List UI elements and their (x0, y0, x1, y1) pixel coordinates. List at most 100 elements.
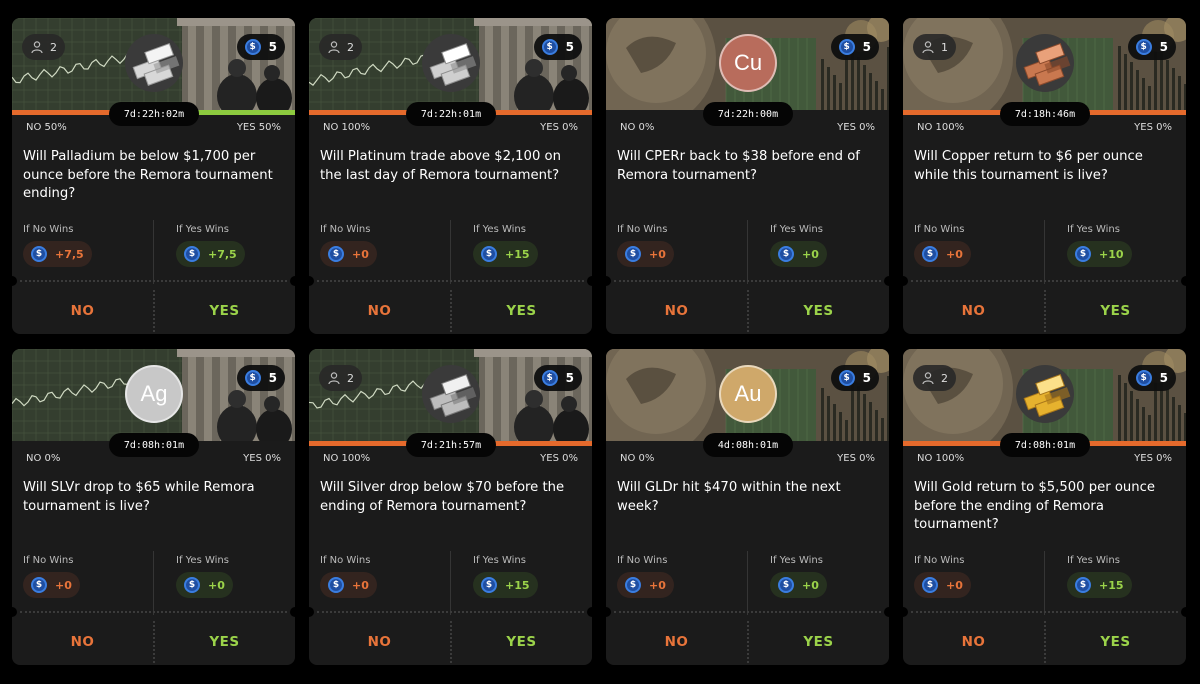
no-reward-pill: $ +0 (617, 572, 674, 598)
no-reward-value: +0 (649, 578, 666, 592)
column-divider (747, 551, 748, 615)
vote-no-button[interactable]: NO (903, 619, 1044, 665)
no-reward-pill: $ +7,5 (23, 241, 92, 267)
coin-icon: $ (328, 246, 344, 262)
coin-icon: $ (31, 577, 47, 593)
yes-percentage: YES 0% (243, 453, 281, 464)
no-percentage: NO 100% (917, 453, 965, 464)
copper-bars-icon (1016, 34, 1074, 92)
palladium-bars-icon (125, 34, 183, 92)
market-question[interactable]: Will CPERr back to $38 before end of Rem… (617, 148, 883, 185)
yes-reward-value: +15 (505, 578, 530, 592)
market-question[interactable]: Will Silver drop below $70 before the en… (320, 479, 586, 516)
vote-no-button[interactable]: NO (606, 288, 747, 334)
if-no-wins-label: If No Wins (914, 224, 965, 235)
asset-avatar: Ag (125, 365, 183, 423)
no-reward-pill: $ +0 (23, 572, 80, 598)
market-question[interactable]: Will GLDr hit $470 within the next week? (617, 479, 883, 516)
yes-reward-value: +10 (1099, 247, 1124, 261)
if-yes-wins-label: If Yes Wins (473, 224, 526, 235)
yes-reward-value: +0 (802, 247, 819, 261)
participants-count: 1 (941, 40, 948, 54)
no-reward-value: +0 (55, 578, 72, 592)
yes-percentage: YES 0% (1134, 122, 1172, 133)
vote-yes-button[interactable]: YES (748, 288, 889, 334)
coin-icon: $ (1075, 577, 1091, 593)
market-card[interactable]: $ 5 Cu 7d:22h:00m NO 0% YES 0% Will CPER… (606, 18, 889, 334)
market-question[interactable]: Will Copper return to $6 per ounce while… (914, 148, 1180, 185)
vote-no-button[interactable]: NO (309, 288, 450, 334)
countdown-timer: 7d:18h:46m (1000, 102, 1090, 126)
market-question[interactable]: Will SLVr drop to $65 while Remora tourn… (23, 479, 289, 516)
market-card[interactable]: 1 $ 5 7d:18h:46m NO 100% YES 0% Will Cop… (903, 18, 1186, 334)
participants-badge: 2 (22, 34, 65, 60)
vote-no-button[interactable]: NO (12, 288, 153, 334)
if-no-wins-label: If No Wins (914, 555, 965, 566)
entry-cost-value: 5 (268, 371, 277, 385)
participants-badge: 2 (913, 365, 956, 391)
vote-yes-button[interactable]: YES (1045, 619, 1186, 665)
market-card[interactable]: $ 5 Au 4d:08h:01m NO 0% YES 0% Will GLDr… (606, 349, 889, 665)
no-reward-value: +0 (352, 247, 369, 261)
market-question[interactable]: Will Platinum trade above $2,100 on the … (320, 148, 586, 185)
vote-yes-button[interactable]: YES (1045, 288, 1186, 334)
vote-no-button[interactable]: NO (12, 619, 153, 665)
vote-yes-button[interactable]: YES (451, 619, 592, 665)
entry-cost-badge: $ 5 (830, 365, 879, 391)
yes-percentage: YES 0% (837, 453, 875, 464)
yes-reward-pill: $ +10 (1067, 241, 1132, 267)
participants-badge: 2 (319, 34, 362, 60)
coin-icon: $ (244, 39, 261, 55)
coin-icon: $ (625, 577, 641, 593)
countdown-timer: 7d:21h:57m (406, 433, 496, 457)
entry-cost-value: 5 (862, 371, 871, 385)
yes-reward-pill: $ +15 (1067, 572, 1132, 598)
market-question[interactable]: Will Palladium be below $1,700 per ounce… (23, 148, 289, 204)
yes-reward-pill: $ +0 (770, 572, 827, 598)
market-grid: 2 $ 5 7d:22h:02m NO 50% YES 50% Will Pal… (0, 0, 1200, 684)
no-percentage: NO 100% (917, 122, 965, 133)
market-question[interactable]: Will Gold return to $5,500 per ounce bef… (914, 479, 1180, 535)
gold-bars-icon (1016, 365, 1074, 423)
coin-icon: $ (922, 577, 938, 593)
coin-icon: $ (1135, 39, 1152, 55)
vote-yes-button[interactable]: YES (748, 619, 889, 665)
coin-icon: $ (838, 370, 855, 386)
vote-no-button[interactable]: NO (309, 619, 450, 665)
column-divider (153, 220, 154, 284)
entry-cost-value: 5 (565, 371, 574, 385)
vote-no-button[interactable]: NO (903, 288, 1044, 334)
entry-cost-badge: $ 5 (830, 34, 879, 60)
column-divider (450, 220, 451, 284)
market-card[interactable]: 2 $ 5 7d:21h:57m NO 100% YES 0% Will Sil… (309, 349, 592, 665)
market-card[interactable]: 2 $ 5 7d:22h:01m NO 100% YES 0% Will Pla… (309, 18, 592, 334)
vote-yes-button[interactable]: YES (154, 619, 295, 665)
ticket-perforation (903, 607, 1186, 617)
no-reward-pill: $ +0 (320, 572, 377, 598)
participants-count: 2 (941, 371, 948, 385)
no-percentage: NO 100% (323, 453, 371, 464)
yes-percentage: YES 0% (540, 453, 578, 464)
if-yes-wins-label: If Yes Wins (1067, 224, 1120, 235)
vote-no-button[interactable]: NO (606, 619, 747, 665)
no-percentage: NO 100% (323, 122, 371, 133)
entry-cost-value: 5 (268, 40, 277, 54)
coin-icon: $ (541, 370, 558, 386)
coin-icon: $ (244, 370, 261, 386)
market-card[interactable]: 2 $ 5 7d:22h:02m NO 50% YES 50% Will Pal… (12, 18, 295, 334)
vote-yes-button[interactable]: YES (451, 288, 592, 334)
entry-cost-badge: $ 5 (533, 365, 582, 391)
entry-cost-value: 5 (1159, 371, 1168, 385)
silver-bars-icon (422, 365, 480, 423)
market-card[interactable]: 2 $ 5 7d:08h:01m NO 100% YES 0% Will Gol… (903, 349, 1186, 665)
market-card[interactable]: $ 5 Ag 7d:08h:01m NO 0% YES 0% Will SLVr… (12, 349, 295, 665)
coin-icon: $ (541, 39, 558, 55)
ticket-perforation (309, 607, 592, 617)
vote-yes-button[interactable]: YES (154, 288, 295, 334)
yes-reward-pill: $ +0 (176, 572, 233, 598)
if-yes-wins-label: If Yes Wins (176, 224, 229, 235)
ticket-perforation (12, 276, 295, 286)
entry-cost-value: 5 (1159, 40, 1168, 54)
if-no-wins-label: If No Wins (617, 555, 668, 566)
no-reward-value: +0 (946, 247, 963, 261)
